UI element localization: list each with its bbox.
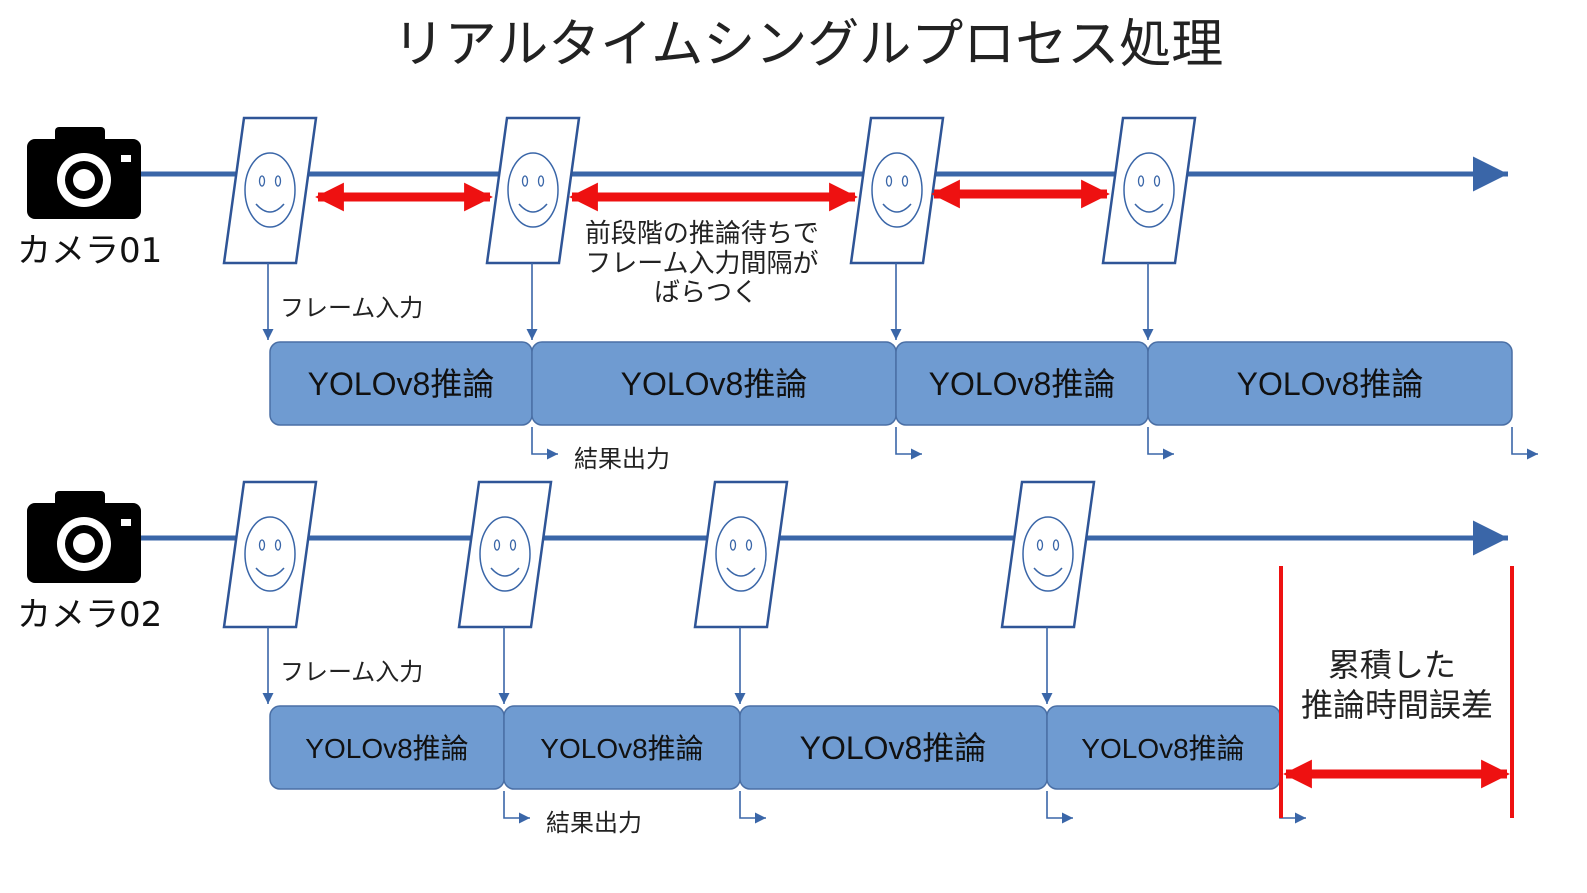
camera-icon bbox=[27, 127, 141, 219]
smiley-face-icon bbox=[1000, 480, 1096, 629]
frame-input-label: フレーム入力 bbox=[280, 658, 423, 686]
camera-icon bbox=[27, 491, 141, 583]
frame-input-label: フレーム入力 bbox=[280, 294, 423, 322]
result-output-arrow bbox=[739, 791, 766, 824]
camera-02-label: カメラ02 bbox=[17, 595, 162, 635]
inference-box-label: YOLOv8推論 bbox=[308, 366, 495, 402]
diagram-canvas: リアルタイムシングルプロセス処理 カメラ01 前段階の推論待ちで フレーム入力間… bbox=[17, 15, 1538, 837]
result-output-arrow bbox=[1147, 427, 1174, 460]
inference-box-label: YOLOv8推論 bbox=[540, 733, 703, 764]
inference-box-label: YOLOv8推論 bbox=[1081, 733, 1244, 764]
smiley-face-icon bbox=[485, 116, 581, 265]
camera-01-section: カメラ01 前段階の推論待ちで フレーム入力間隔が ばらつく フレーム入力 YO… bbox=[17, 116, 1538, 473]
inference-box-label: YOLOv8推論 bbox=[929, 366, 1116, 402]
result-output-arrow bbox=[531, 427, 558, 460]
result-output-arrow bbox=[503, 791, 530, 824]
inference-box-label: YOLOv8推論 bbox=[1237, 366, 1424, 402]
smiley-face-icon bbox=[1101, 116, 1197, 265]
smiley-face-icon bbox=[849, 116, 945, 265]
inference-box-label: YOLOv8推論 bbox=[621, 366, 808, 402]
result-output-arrow bbox=[895, 427, 922, 460]
result-output-arrow bbox=[1279, 791, 1306, 824]
camera-01-label: カメラ01 bbox=[17, 231, 162, 271]
accumulated-error-label: 累積した 推論時間誤差 bbox=[1301, 646, 1493, 724]
inference-box-label: YOLOv8推論 bbox=[800, 730, 987, 766]
smiley-face-icon bbox=[222, 116, 318, 265]
result-output-arrow bbox=[1046, 791, 1073, 824]
result-output-arrow bbox=[1511, 427, 1538, 460]
smiley-face-icon bbox=[222, 480, 318, 629]
smiley-face-icon bbox=[693, 480, 789, 629]
result-output-label: 結果出力 bbox=[574, 445, 670, 473]
page-title: リアルタイムシングルプロセス処理 bbox=[393, 15, 1223, 75]
interval-variation-note: 前段階の推論待ちで フレーム入力間隔が ばらつく bbox=[585, 219, 827, 308]
result-output-label: 結果出力 bbox=[546, 809, 642, 837]
inference-box-label: YOLOv8推論 bbox=[305, 733, 468, 764]
smiley-face-icon bbox=[457, 480, 553, 629]
camera-02-section: カメラ02 フレーム入力 YOLOv8推論 YOLOv8推論 YOLOv8推論 … bbox=[17, 480, 1514, 837]
diagram-stage: リアルタイムシングルプロセス処理 カメラ01 前段階の推論待ちで フレーム入力間… bbox=[0, 0, 1587, 893]
